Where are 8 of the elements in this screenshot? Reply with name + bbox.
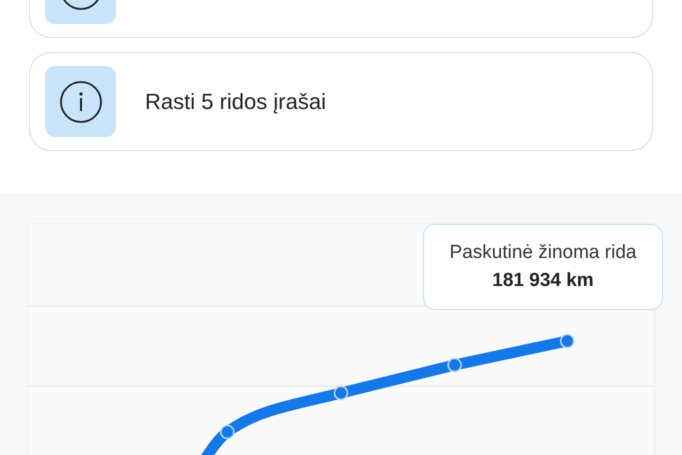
data-point	[560, 334, 575, 348]
data-point	[447, 358, 462, 372]
tooltip-label: Paskutinė žinoma rida	[450, 242, 636, 264]
data-point	[334, 386, 348, 400]
data-point	[220, 424, 235, 440]
tooltip-value: 181 934 km	[492, 270, 594, 292]
message-text: Rasti 5 ridos įrašai	[145, 88, 326, 114]
info-icon	[45, 66, 116, 137]
